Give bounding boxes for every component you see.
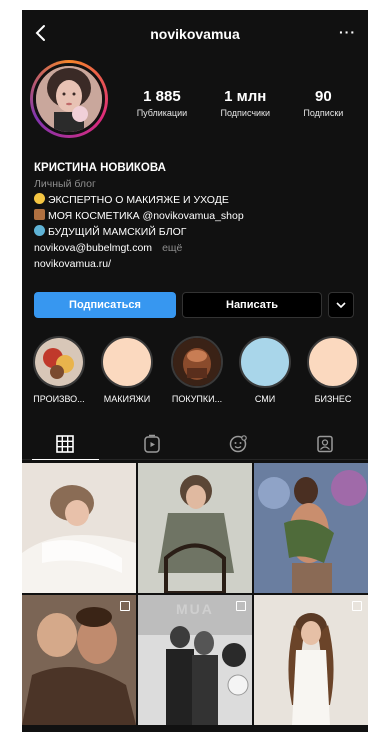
follow-button[interactable]: Подписаться <box>34 292 176 318</box>
post-grid: MUA <box>22 463 368 725</box>
tagged-icon <box>317 435 333 452</box>
carousel-icon <box>352 601 362 611</box>
mother-emoji-icon <box>34 225 45 236</box>
bio-text: МОЯ КОСМЕТИКА @novikovamua_shop <box>48 210 244 222</box>
tab-reels[interactable] <box>109 428 196 459</box>
message-button[interactable]: Написать <box>182 292 322 318</box>
highlight-label: ПОКУПКИ... <box>171 394 223 404</box>
grid-icon <box>56 434 75 453</box>
highlight-label: БИЗНЕС <box>314 394 352 404</box>
bio-more-link[interactable]: ещё <box>162 242 182 254</box>
top-bar: novikovamua ··· <box>22 10 368 56</box>
tab-tagged[interactable] <box>282 428 368 459</box>
highlight-label: МАКИЯЖИ <box>103 394 151 404</box>
post-thumbnail[interactable]: MUA <box>138 595 252 725</box>
stat-value: 1 млн <box>224 88 267 105</box>
bio-line: БУДУЩИЙ МАМСКИЙ БЛОГ <box>34 224 360 240</box>
bio-email-line: novikova@bubelmgt.com ещё <box>34 240 360 256</box>
bio-line: МОЯ КОСМЕТИКА @novikovamua_shop <box>34 208 360 224</box>
bio-text: БУДУЩИЙ МАМСКИЙ БЛОГ <box>48 226 187 238</box>
post-watermark-text: MUA <box>176 601 214 617</box>
highlight-item[interactable]: СМИ <box>232 336 298 404</box>
highlight-item[interactable]: БИЗНЕС <box>300 336 366 404</box>
post-thumbnail[interactable] <box>22 595 136 725</box>
profile-actions: Подписаться Написать <box>34 292 356 318</box>
guides-icon <box>230 434 248 452</box>
profile-full-name: КРИСТИНА НОВИКОВА <box>34 162 166 174</box>
highlight-cover <box>239 336 291 388</box>
post-thumbnail[interactable] <box>254 463 368 593</box>
story-highlights: ПРОИЗВО... МАКИЯЖИ ПОКУПКИ... СМИ БИЗНЕС <box>22 336 368 412</box>
avatar <box>33 63 105 135</box>
carousel-icon <box>236 601 246 611</box>
highlight-label: ПРОИЗВО... <box>33 394 85 404</box>
profile-screen: novikovamua ··· 1 885 Публикации 1 млн П… <box>22 10 368 732</box>
highlight-label: СМИ <box>254 394 276 404</box>
bio-email[interactable]: novikova@bubelmgt.com <box>34 242 152 254</box>
stat-value: 90 <box>315 88 332 105</box>
tab-posts[interactable] <box>22 428 109 460</box>
highlight-item[interactable]: ПРОИЗВО... <box>26 336 92 404</box>
post-thumbnail[interactable] <box>254 595 368 725</box>
bio-text: ЭКСПЕРТНО О МАКИЯЖЕ И УХОДЕ <box>48 194 229 206</box>
profile-bio: КРИСТИНА НОВИКОВА Личный блог ЭКСПЕРТНО … <box>34 160 360 272</box>
suggested-dropdown-button[interactable] <box>328 292 354 318</box>
highlight-cover <box>171 336 223 388</box>
highlight-item[interactable]: ПОКУПКИ... <box>164 336 230 404</box>
face-emoji-icon <box>34 193 45 204</box>
profile-stats: 1 885 Публикации 1 млн Подписчики 90 Под… <box>120 88 360 118</box>
stat-value: 1 885 <box>143 88 181 105</box>
stat-posts[interactable]: 1 885 Публикации <box>137 88 187 118</box>
cosmetic-emoji-icon <box>34 209 45 220</box>
stat-label: Подписки <box>303 108 344 118</box>
chevron-down-icon <box>336 302 346 309</box>
highlight-cover <box>307 336 359 388</box>
bio-website[interactable]: novikovamua.ru/ <box>34 256 360 272</box>
profile-username: novikovamua <box>150 26 240 42</box>
avatar-story-ring[interactable] <box>30 60 108 138</box>
stat-following[interactable]: 90 Подписки <box>303 88 343 118</box>
highlight-item[interactable]: МАКИЯЖИ <box>94 336 160 404</box>
bio-line: ЭКСПЕРТНО О МАКИЯЖЕ И УХОДЕ <box>34 192 360 208</box>
stat-label: Подписчики <box>220 108 271 118</box>
profile-tabs <box>22 428 368 460</box>
more-options-icon[interactable]: ··· <box>339 24 356 40</box>
reels-icon <box>144 434 160 453</box>
highlight-cover <box>101 336 153 388</box>
chevron-left-icon[interactable] <box>32 24 50 42</box>
profile-category: Личный блог <box>34 178 96 190</box>
post-thumbnail[interactable] <box>22 463 136 593</box>
carousel-icon <box>120 601 130 611</box>
post-thumbnail[interactable] <box>138 463 252 593</box>
tab-guides[interactable] <box>195 428 282 459</box>
highlight-cover <box>33 336 85 388</box>
stat-label: Публикации <box>136 108 188 118</box>
stat-followers[interactable]: 1 млн Подписчики <box>221 88 271 118</box>
